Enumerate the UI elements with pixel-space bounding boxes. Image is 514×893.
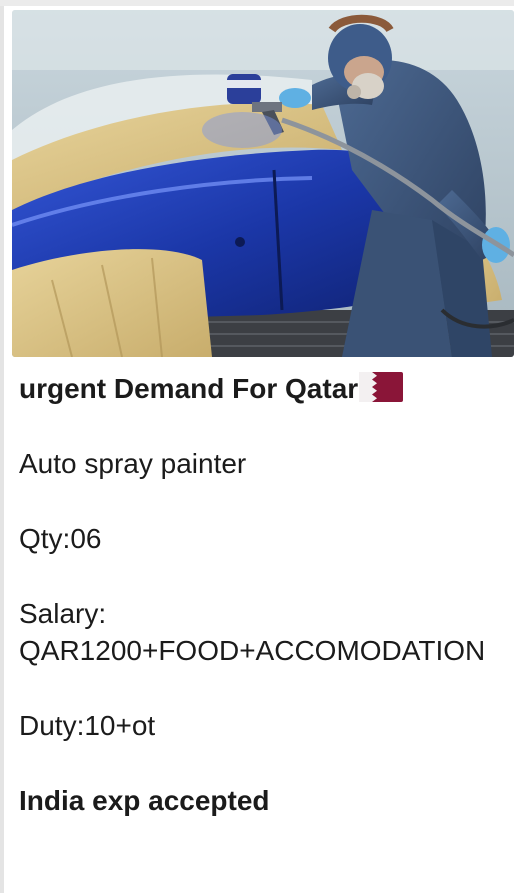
position-text: Auto spray painter xyxy=(19,448,247,479)
post-text: urgent Demand For Qatar Auto spray paint… xyxy=(19,370,509,819)
duty-text: Duty:10+ot xyxy=(19,710,156,741)
quantity-text: Qty:06 xyxy=(19,523,102,554)
post-photo[interactable] xyxy=(12,10,514,357)
experience-note: India exp accepted xyxy=(19,785,270,816)
salary-label: Salary: xyxy=(19,598,107,629)
top-divider xyxy=(0,0,514,6)
headline: urgent Demand For Qatar xyxy=(19,370,509,407)
salary-value: QAR1200+FOOD+ACCOMODATION xyxy=(19,635,486,666)
left-edge xyxy=(0,6,4,893)
qatar-flag-icon xyxy=(359,372,404,402)
headline-text: urgent Demand For Qatar xyxy=(19,373,359,404)
post-card: urgent Demand For Qatar Auto spray paint… xyxy=(12,10,514,893)
